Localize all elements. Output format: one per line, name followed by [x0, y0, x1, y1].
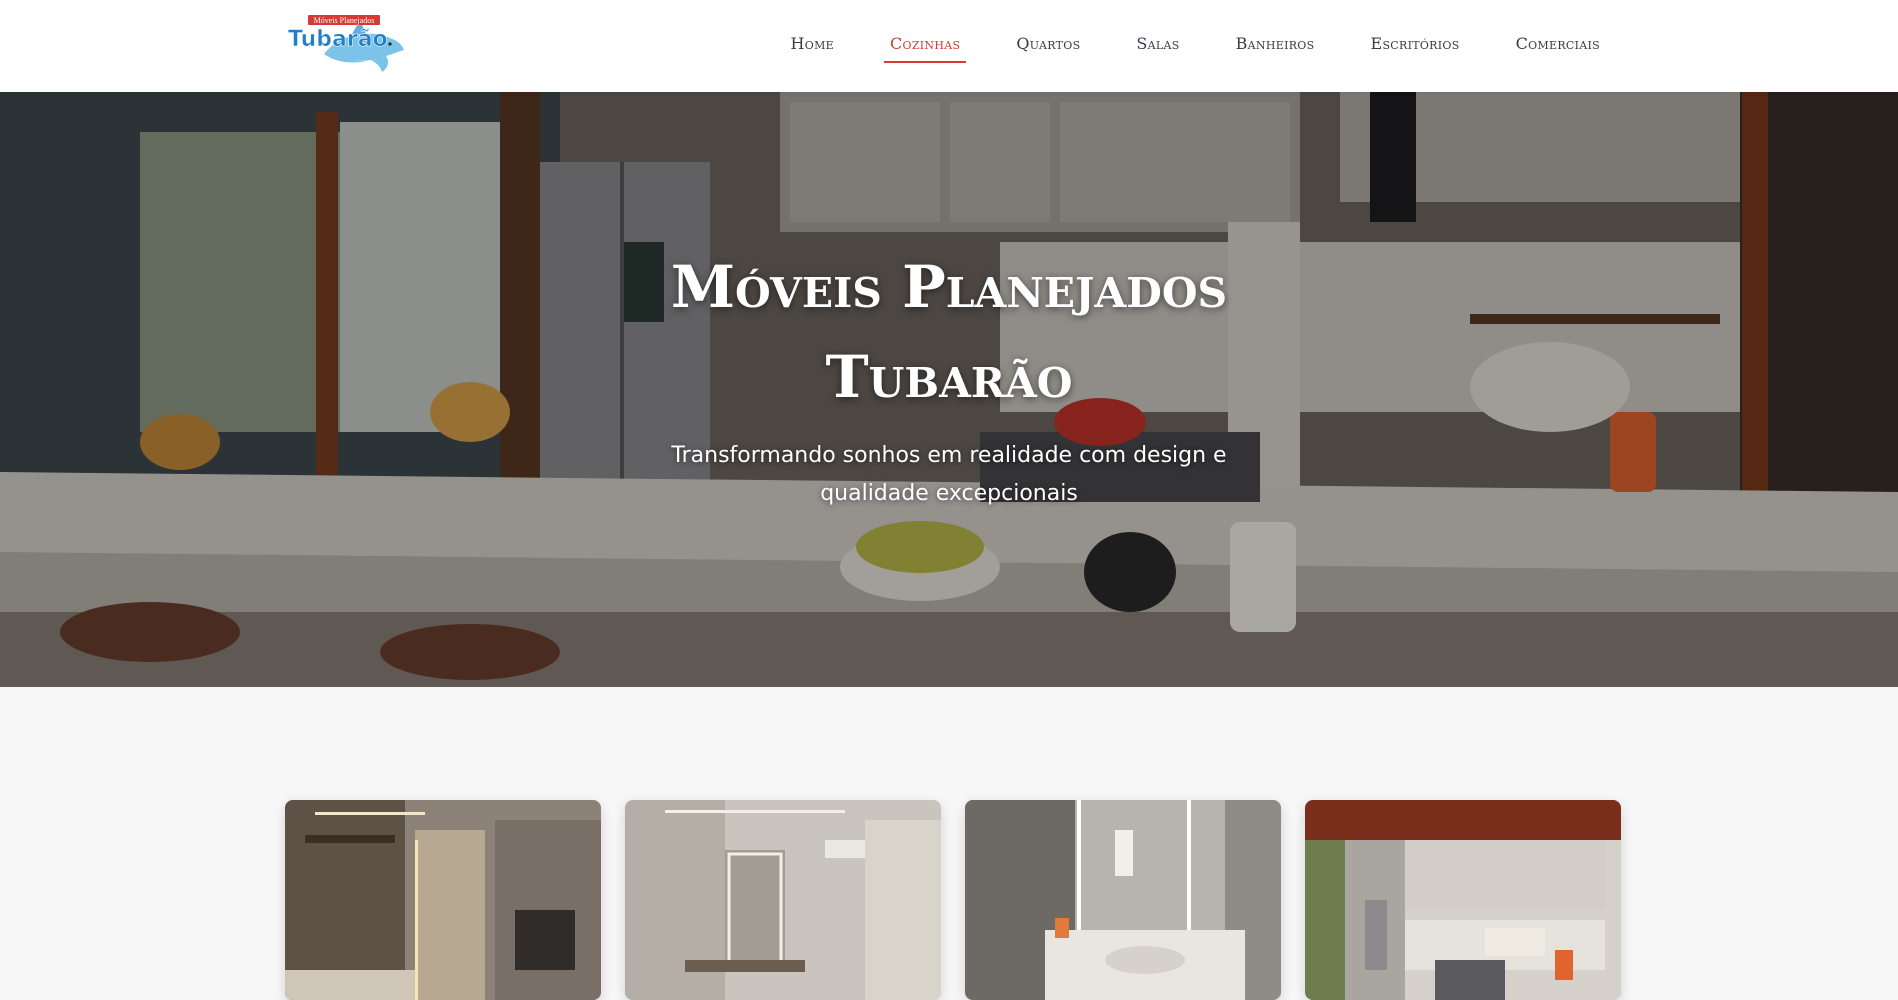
nav-cozinhas[interactable]: Cozinhas — [883, 30, 967, 65]
nav-home[interactable]: Home — [785, 30, 840, 65]
gallery-card-bathroom[interactable] — [965, 800, 1281, 1000]
bathroom-vanity-image — [965, 800, 1281, 1000]
nav-quartos[interactable]: Quartos — [1010, 30, 1086, 65]
hero-title: Móveis Planejados Tubarão — [0, 242, 1898, 422]
farmhouse-kitchen-image — [1305, 800, 1621, 1000]
brand-logo[interactable]: Móveis Planejados Tubarão — [286, 14, 406, 76]
hero-section: Móveis Planejados Tubarão Transformando … — [0, 92, 1898, 687]
shark-logo-icon: Móveis Planejados Tubarão — [288, 15, 404, 72]
nav-salas[interactable]: Salas — [1130, 30, 1185, 65]
logo-main-text: Tubarão — [288, 27, 388, 52]
nav-comerciais[interactable]: Comerciais — [1510, 30, 1606, 65]
hero-title-line2: Tubarão — [825, 343, 1073, 411]
site-header: Móveis Planejados Tubarão Home Cozinhas … — [0, 0, 1898, 92]
kitchen-led-image — [285, 800, 601, 1000]
gallery-card-kitchen[interactable] — [285, 800, 601, 1000]
gallery-card-farmhouse-kitchen[interactable] — [1305, 800, 1621, 1000]
nav-escritorios[interactable]: Escritórios — [1364, 30, 1465, 65]
bedroom-vanity-image — [625, 800, 941, 1000]
nav-banheiros[interactable]: Banheiros — [1230, 30, 1321, 65]
gallery-card-bedroom[interactable] — [625, 800, 941, 1000]
hero-title-line1: Móveis Planejados — [670, 253, 1228, 321]
logo-top-text: Móveis Planejados — [314, 16, 375, 25]
hero-subtitle: Transformando sonhos em realidade com de… — [671, 443, 1227, 506]
main-nav: Home Cozinhas Quartos Salas Banheiros Es… — [741, 30, 1606, 65]
gallery-grid — [285, 800, 1621, 1000]
